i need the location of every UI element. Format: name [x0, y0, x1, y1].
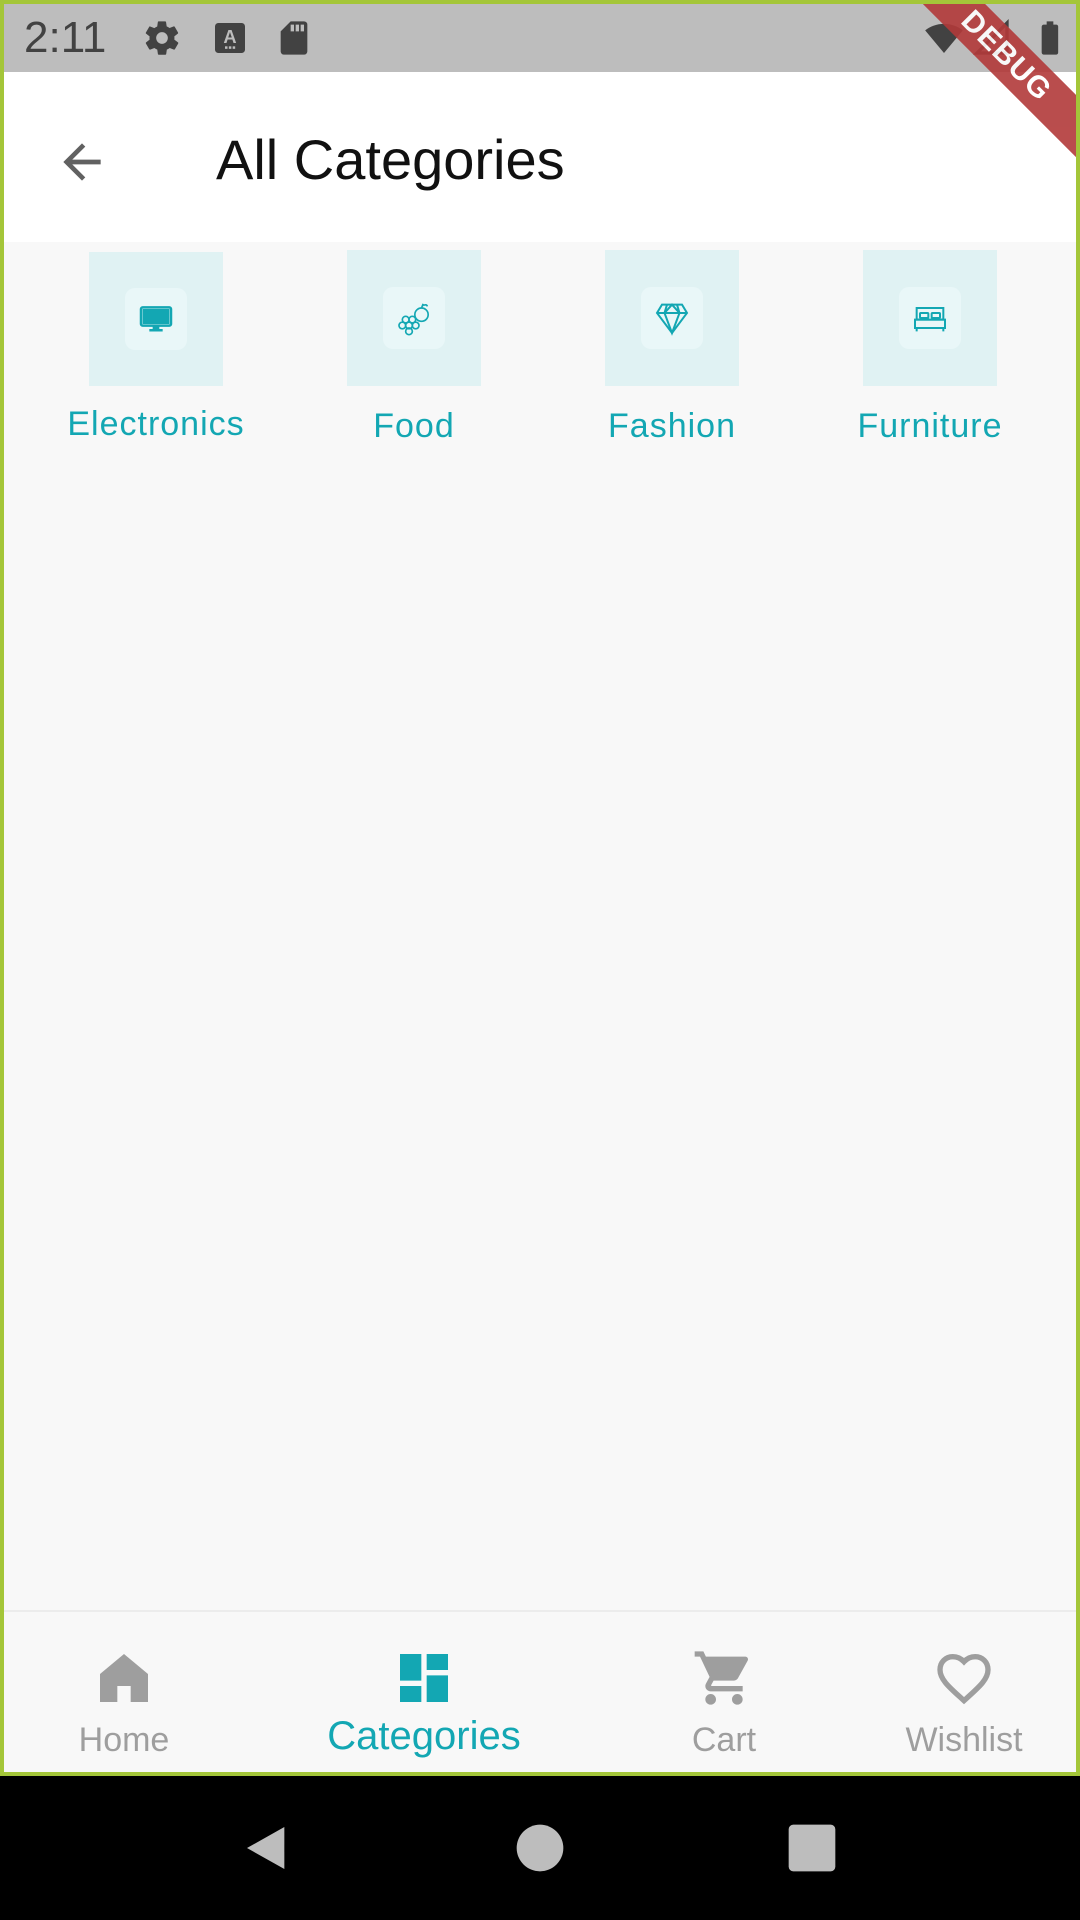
cart-icon — [692, 1646, 756, 1710]
category-food[interactable]: Food — [285, 242, 543, 462]
home-icon — [92, 1646, 156, 1710]
app-frame: 2:11 A DEBUG All Categories Electronics … — [0, 0, 1080, 1776]
keyboard-icon: A — [210, 18, 250, 58]
dashboard-icon — [392, 1646, 456, 1710]
back-button[interactable] — [44, 124, 120, 200]
nav-label: Wishlist — [905, 1721, 1023, 1759]
heart-icon — [932, 1646, 996, 1710]
category-tile — [347, 250, 481, 386]
nav-item-categories[interactable]: Categories — [304, 1612, 544, 1772]
category-label: Fashion — [608, 407, 736, 445]
nav-label: Cart — [691, 1721, 757, 1759]
bottom-navigation: Home Categories Cart Wishlist — [4, 1610, 1076, 1772]
category-label: Furniture — [857, 407, 1003, 445]
bed-icon — [914, 307, 946, 332]
system-navigation-bar — [0, 1776, 1080, 1920]
svg-text:A: A — [223, 26, 236, 47]
category-icon-box — [641, 287, 703, 349]
category-icon-box — [383, 287, 445, 349]
recents-square-icon[interactable] — [784, 1820, 840, 1876]
nav-label: Home — [78, 1721, 170, 1759]
category-label: Food — [373, 407, 455, 445]
sd-card-icon — [274, 18, 314, 58]
battery-icon — [1030, 18, 1070, 58]
category-furniture[interactable]: Furniture — [801, 242, 1059, 462]
nav-item-cart[interactable]: Cart — [604, 1612, 844, 1772]
status-time: 2:11 — [24, 13, 107, 62]
arrow-back-icon — [63, 143, 101, 181]
category-icon-box — [899, 287, 961, 349]
back-triangle-icon[interactable] — [240, 1820, 296, 1876]
category-grid: Electronics Food Fashion Furniture — [4, 242, 1076, 502]
category-electronics[interactable]: Electronics — [27, 242, 285, 462]
category-label: Electronics — [67, 405, 245, 443]
diamond-icon — [655, 303, 689, 336]
monitor-icon — [139, 306, 173, 332]
status-bar: 2:11 A — [4, 4, 1076, 72]
category-tile — [89, 252, 223, 386]
category-tile — [605, 250, 739, 386]
home-circle-icon[interactable] — [512, 1820, 568, 1876]
category-fashion[interactable]: Fashion — [543, 242, 801, 462]
category-icon-box — [125, 288, 187, 350]
app-bar: All Categories — [4, 72, 1076, 242]
nav-item-home[interactable]: Home — [4, 1612, 244, 1772]
gear-icon — [142, 18, 182, 58]
page-title: All Categories — [216, 128, 565, 191]
nav-item-wishlist[interactable]: Wishlist — [844, 1612, 1076, 1772]
category-tile — [863, 250, 997, 386]
fruit-icon — [398, 303, 429, 336]
nav-label: Categories — [327, 1714, 521, 1758]
